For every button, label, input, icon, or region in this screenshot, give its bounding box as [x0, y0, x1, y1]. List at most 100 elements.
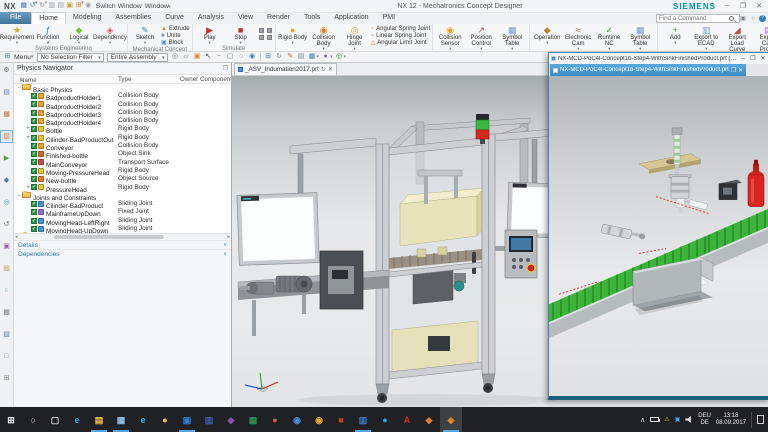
- tree-item-badproductholder2[interactable]: ✓BadproductHolder2Collision Body: [14, 101, 231, 109]
- annotate-icon[interactable]: ✎: [286, 52, 295, 62]
- tree-item-movinghead-updown[interactable]: ✓MovingHead-UpDownSliding Joint: [14, 225, 231, 233]
- paste-icon[interactable]: ▣: [65, 0, 74, 12]
- visibility-checkbox[interactable]: ✓: [31, 184, 37, 190]
- button-unite[interactable]: ■Unite: [161, 33, 190, 39]
- help-icon[interactable]: ?: [759, 15, 766, 22]
- visibility-checkbox[interactable]: ✓: [31, 118, 37, 124]
- visibility-checkbox[interactable]: ✓: [31, 143, 37, 149]
- tree-item-bottle[interactable]: +✓BottleRigid Body: [14, 125, 231, 133]
- reload-icon[interactable]: ↻: [321, 66, 326, 73]
- rect-select-icon[interactable]: ▢: [226, 52, 235, 62]
- close-button[interactable]: ✕: [754, 2, 764, 10]
- button-position-control[interactable]: ↗Position Control▾: [466, 25, 496, 51]
- close-tab-icon[interactable]: ✕: [738, 67, 743, 74]
- ribbon-tab-home[interactable]: Home: [31, 12, 66, 24]
- visibility-checkbox[interactable]: ✓: [31, 135, 37, 141]
- scroll-right-icon[interactable]: ▸: [227, 234, 230, 240]
- file-explorer-icon[interactable]: ▤: [88, 407, 110, 432]
- manufacturing-wizard-icon[interactable]: ▥: [1, 263, 12, 274]
- tree-item-moving-pressurehead[interactable]: ✓Moving-PressureHeadRigid Body: [14, 167, 231, 175]
- layers-icon[interactable]: ▤: [297, 52, 306, 62]
- app-darkblue-icon[interactable]: ▥: [198, 407, 220, 432]
- button-operation[interactable]: ◆Operation▾: [532, 25, 562, 45]
- task-view-icon[interactable]: ▢: [44, 407, 66, 432]
- touch-panel-icon[interactable]: ⊞: [1, 373, 12, 384]
- dock-icon[interactable]: ❐: [223, 65, 228, 72]
- button-hinge-joint[interactable]: ◎Hinge Joint▾: [340, 25, 370, 51]
- ribbon-tab-analysis[interactable]: Analysis: [191, 12, 231, 24]
- floating-window-title-bar[interactable]: NX-MCD-PoC4l-Concept1b-Step4-WithSinkFin…: [549, 53, 768, 64]
- runtime-group-icon[interactable]: [267, 35, 272, 40]
- warning-icon[interactable]: ⚠: [664, 416, 669, 423]
- edge-icon[interactable]: e: [66, 407, 88, 432]
- button-extrude[interactable]: ▲Extrude: [161, 26, 190, 32]
- button-dependency[interactable]: ◈Dependency▾: [95, 25, 125, 45]
- button-sketch[interactable]: ✎Sketch▾: [130, 25, 160, 45]
- button-export-to-ecad[interactable]: ▥Export to ECAD▾: [691, 25, 721, 51]
- ribbon-tab-file[interactable]: File: [0, 12, 31, 24]
- button-collision-sensor[interactable]: ◉Collision Sensor▾: [435, 25, 465, 51]
- templates-icon[interactable]: ▨: [1, 329, 12, 340]
- button-linear-spring-joint[interactable]: ~Linear Spring Joint: [371, 33, 431, 39]
- ribbon-tab-render[interactable]: Render: [260, 12, 297, 24]
- ribbon-tab-curve[interactable]: Curve: [158, 12, 191, 24]
- physics-navigator-icon[interactable]: ▧: [1, 131, 12, 142]
- details-section-header[interactable]: Details∨: [14, 240, 231, 249]
- app-red-icon[interactable]: ■: [330, 407, 352, 432]
- tree-folder-basic-physics[interactable]: −Basic Physics: [14, 84, 231, 92]
- action-center-icon[interactable]: [757, 415, 764, 424]
- language-indicator[interactable]: DEUDE: [698, 413, 711, 426]
- tree-folder-joints-and-constraints[interactable]: −Joints and Constraints: [14, 192, 231, 200]
- ie-icon[interactable]: e: [132, 407, 154, 432]
- search-icon[interactable]: ○: [22, 407, 44, 432]
- 3d-viewport-float[interactable]: [549, 76, 768, 396]
- tree-item-movinghead-leftright[interactable]: ✓MovingHead-LeftRightSliding Joint: [14, 217, 231, 225]
- collision-group-icon[interactable]: [259, 35, 264, 40]
- button-add[interactable]: +Add▾: [660, 25, 690, 45]
- visibility-checkbox[interactable]: ✓: [31, 168, 37, 174]
- tree-item-badproductholder3[interactable]: ✓BadproductHolder3Collision Body: [14, 109, 231, 117]
- tree-item-pressurehead[interactable]: +✓PressureHeadRigid Body: [14, 184, 231, 192]
- nx-app-icon[interactable]: ◆: [440, 407, 462, 432]
- button-collision-body[interactable]: ◉Collision Body▾: [309, 25, 339, 51]
- cut-icon[interactable]: ▥: [47, 0, 56, 12]
- scroll-left-icon[interactable]: ◂: [15, 234, 18, 240]
- system-scenes-icon[interactable]: ▩: [1, 307, 12, 318]
- circle-select-icon[interactable]: ○: [237, 52, 246, 62]
- save-icon[interactable]: ▦: [19, 0, 28, 12]
- ball-select-icon[interactable]: ◉: [248, 52, 257, 62]
- sequence-editor-icon[interactable]: ▶: [1, 153, 12, 164]
- selection-filter-dropdown[interactable]: No Selection Filter: [37, 53, 104, 62]
- history-icon[interactable]: ↺: [1, 219, 12, 230]
- button-export-load-curve[interactable]: ◢Export Load Curve▾: [722, 25, 752, 52]
- ribbon-tab-view[interactable]: View: [231, 12, 260, 24]
- visibility-checkbox[interactable]: ✓: [31, 201, 37, 207]
- ribbon-tab-modeling[interactable]: Modeling: [66, 12, 108, 24]
- window-grid-icon[interactable]: ⊞: [264, 52, 273, 62]
- visibility-checkbox[interactable]: ✓: [31, 218, 37, 224]
- table-icon[interactable]: ▦: [308, 52, 317, 62]
- column-headers[interactable]: Name ▲ Type Owner Component: [14, 75, 231, 84]
- hd3d-tools-icon[interactable]: ◆: [1, 175, 12, 186]
- window-dock-icon[interactable]: ▣: [739, 15, 747, 22]
- horizontal-scrollbar[interactable]: ◂ ▸: [14, 233, 231, 240]
- visibility-checkbox[interactable]: ✓: [31, 93, 37, 99]
- parts-icon[interactable]: □: [1, 351, 12, 362]
- tree-item-conveyor[interactable]: ✓ConveyorCollision Body: [14, 142, 231, 150]
- button-play[interactable]: ▶Play▾: [195, 25, 225, 45]
- store-icon[interactable]: ▦: [110, 407, 132, 432]
- ribbon-tab-tools[interactable]: Tools: [297, 12, 327, 24]
- constraint-navigator-icon[interactable]: ▦: [1, 109, 12, 120]
- selection-scope-dropdown[interactable]: Entire Assembly: [107, 53, 168, 62]
- visibility-checkbox[interactable]: ✓: [31, 159, 37, 165]
- scrollbar-thumb[interactable]: [54, 235, 164, 239]
- button-export-cam-profile[interactable]: ▤Export Cam Profile▾: [753, 25, 768, 52]
- minimize-button[interactable]: ─: [739, 56, 747, 62]
- app-yellow-icon[interactable]: ●: [154, 407, 176, 432]
- web-browser-icon[interactable]: ◎: [1, 197, 12, 208]
- gear-icon[interactable]: ⚙: [1, 65, 12, 76]
- select-cursor-icon[interactable]: ↖: [204, 52, 213, 62]
- button-angular-limit-joint[interactable]: △Angular Limit Joint: [371, 40, 431, 46]
- visibility-checkbox[interactable]: ✓: [31, 176, 37, 182]
- roles-icon[interactable]: ○: [1, 285, 12, 296]
